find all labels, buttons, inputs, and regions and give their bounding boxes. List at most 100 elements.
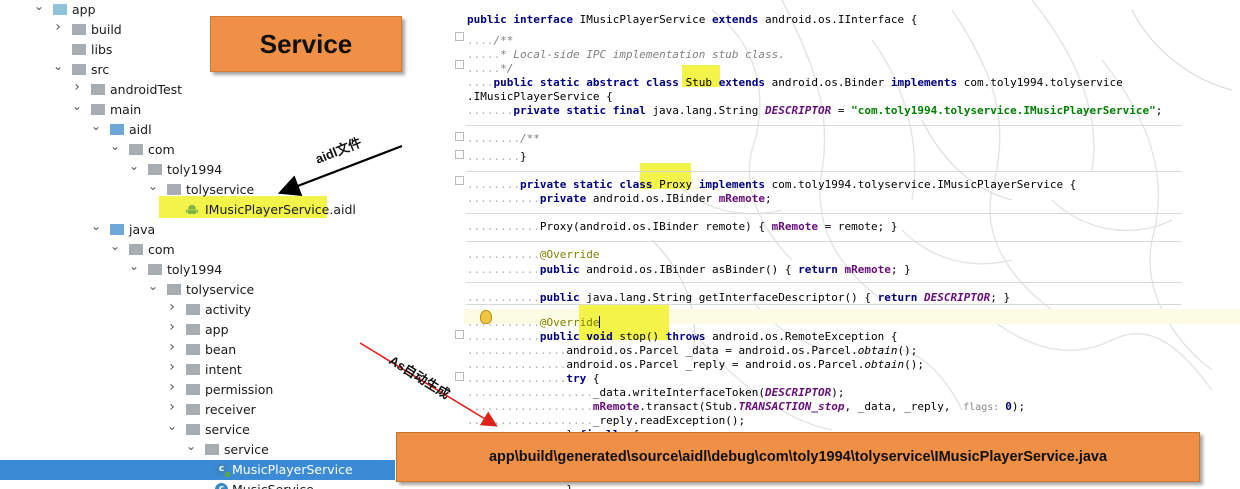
service-title: Service [259,28,353,59]
code-token: android.os.Binder [771,76,891,89]
code-line: ...........private android.os.IBinder mR… [467,192,772,206]
chevron-right-icon[interactable]: › [167,320,177,334]
tree-item-musicservice[interactable]: c MusicService [0,480,395,489]
chevron-down-icon[interactable]: ⌄ [91,220,101,232]
tree-item-service[interactable]: ⌄ service [0,440,395,460]
chevron-right-icon[interactable]: › [167,300,177,314]
fold-marker[interactable] [455,32,464,41]
tree-item-app[interactable]: › app [0,320,395,340]
code-token: */ [500,62,514,75]
tree-item-tolyservice[interactable]: ⌄ tolyservice [0,280,395,300]
tree-item-label: permission [205,382,274,397]
code-token: { [592,372,600,385]
chevron-down-icon[interactable]: ⌄ [129,160,139,172]
tree-item-java[interactable]: ⌄ java [0,220,395,240]
chevron-right-icon[interactable]: › [167,340,177,354]
tree-item-androidtest[interactable]: › androidTest [0,80,395,100]
class-icon: c [215,463,230,477]
code-line: .....*/ [467,62,513,76]
code-line: public interface IMusicPlayerService ext… [467,13,917,27]
code-token: obtain [864,358,905,371]
chevron-down-icon[interactable]: ⌄ [148,180,158,192]
tree-item-musicplayerservice[interactable]: c MusicPlayerService [0,460,395,480]
code-token: } [519,150,527,163]
chevron-down-icon[interactable]: ⌄ [129,260,139,272]
code-token: private static class [519,178,660,191]
code-line: .......private static final java.lang.St… [467,104,1162,118]
tree-item-label: src [91,62,110,77]
tree-item-imusicplayerservice-aidl[interactable]: IMusicPlayerService.aidl [0,200,395,220]
tree-item-service[interactable]: ⌄ service [0,420,395,440]
chevron-down-icon[interactable]: ⌄ [186,440,196,452]
code-editor[interactable]: public interface IMusicPlayerService ext… [452,0,1240,489]
code-token: java.lang.String [652,104,766,117]
fold-marker[interactable] [455,176,464,185]
folder-icon [148,164,162,175]
chevron-down-icon[interactable]: ⌄ [167,420,177,432]
code-token: android.os.Parcel _data = android.os.Par… [566,344,858,357]
code-token: TRANSACTION_stop [738,400,845,413]
tree-item-receiver[interactable]: › receiver [0,400,395,420]
code-token: @Override [539,248,600,261]
code-token: mRemote [844,263,891,276]
code-token: ); [831,386,845,399]
fold-marker[interactable] [455,132,464,141]
code-line: ...........Proxy(android.os.IBinder remo… [467,220,898,234]
folder-icon [186,304,200,315]
tree-item-label: intent [205,362,242,377]
tree-item-activity[interactable]: › activity [0,300,395,320]
tree-item-label: MusicService [232,482,314,489]
tree-item-main[interactable]: ⌄ main [0,100,395,120]
tree-item-label: androidTest [110,82,183,97]
code-line: ..../** [467,34,513,48]
tree-item-label: toly1994 [167,162,223,177]
code-token: ); [1011,400,1026,413]
code-token: ........... [467,263,540,276]
folder-icon [91,84,105,95]
code-line: ...........public java.lang.String getIn… [467,291,1010,305]
chevron-down-icon[interactable]: ⌄ [91,120,101,132]
chevron-right-icon[interactable]: › [167,380,177,394]
code-token: ........... [467,291,540,304]
chevron-right-icon[interactable]: › [72,80,82,94]
code-line: ...................mRemote.transact(Stub… [467,400,1025,414]
tree-item-label: main [110,102,142,117]
code-line: ...........public void stop() throws and… [467,330,898,344]
code-token: ..... [467,62,501,75]
generated-path-box: app\build\generated\source\aidl\debug\co… [396,432,1200,482]
code-line: ...........public android.os.IBinder asB… [467,263,911,277]
folder-icon [72,24,86,35]
chevron-down-icon[interactable]: ⌄ [110,240,120,252]
chevron-right-icon[interactable]: › [167,400,177,414]
class-icon: c [215,483,228,489]
code-token: com.toly1994.tolyservice.IMusicPlayerSer… [771,178,1077,191]
chevron-down-icon[interactable]: ⌄ [72,100,82,112]
chevron-down-icon[interactable]: ⌄ [34,0,44,12]
code-token: .... [467,76,494,89]
tree-item-label: build [91,22,122,37]
folder-icon [186,384,200,395]
tree-item-bean[interactable]: › bean [0,340,395,360]
code-token: android.os.Parcel _reply = android.os.Pa… [566,358,865,371]
code-token: implements [698,178,772,191]
tree-item-aidl[interactable]: ⌄ aidl [0,120,395,140]
code-line: ...............android.os.Parcel _reply … [467,358,924,372]
tree-item-com[interactable]: ⌄ com [0,240,395,260]
chevron-down-icon[interactable]: ⌄ [53,60,63,72]
fold-marker[interactable] [455,150,464,159]
tree-item-toly1994[interactable]: ⌄ toly1994 [0,260,395,280]
chevron-down-icon[interactable]: ⌄ [148,280,158,292]
tree-item-intent[interactable]: › intent [0,360,395,380]
code-token: DESCRIPTOR [765,104,832,117]
tree-item-label: toly1994 [167,262,223,277]
code-token: "com.toly1994.tolyservice.IMusicPlayerSe… [851,104,1156,117]
tree-item-permission[interactable]: › permission [0,380,395,400]
chevron-down-icon[interactable]: ⌄ [110,140,120,152]
chevron-right-icon[interactable]: › [167,360,177,374]
tree-item-label: java [129,222,156,237]
chevron-right-icon[interactable]: › [53,20,63,34]
code-token: .... [467,34,494,47]
code-line: ...........@Override [467,316,601,330]
fold-marker[interactable] [455,60,464,69]
